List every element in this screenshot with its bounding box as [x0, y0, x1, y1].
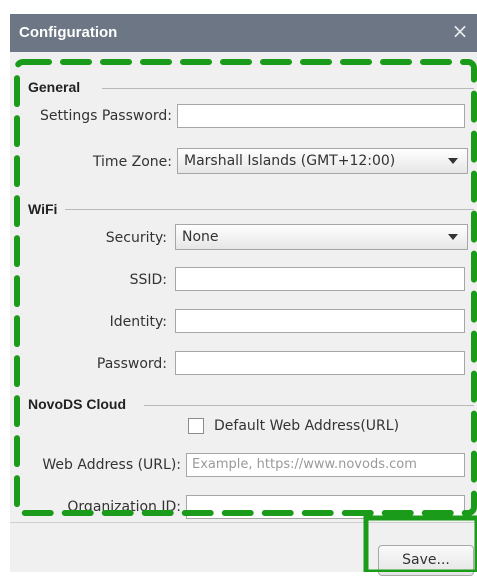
wifi-divider: [65, 209, 474, 210]
time-zone-label: Time Zone:: [92, 154, 172, 170]
chevron-down-icon: [448, 234, 458, 240]
security-value: None: [182, 229, 219, 245]
footer-divider: [10, 522, 477, 523]
security-select[interactable]: None: [175, 224, 468, 250]
organization-id-input[interactable]: [186, 495, 465, 519]
settings-content: General Settings Password: Time Zone: Ma…: [10, 52, 477, 519]
title-bar: Configuration ×: [10, 14, 477, 52]
default-web-address-label[interactable]: Default Web Address(URL): [214, 418, 399, 434]
identity-label: Identity:: [109, 314, 167, 330]
configuration-window: Configuration × General Settings Passwor…: [10, 14, 477, 576]
general-legend: General: [28, 79, 85, 95]
organization-id-label: Organization ID:: [67, 499, 181, 515]
web-address-label: Web Address (URL):: [42, 457, 181, 473]
save-button[interactable]: Save...: [378, 545, 474, 576]
cloud-divider: [144, 405, 474, 406]
window-title: Configuration: [19, 24, 118, 41]
default-web-address-checkbox[interactable]: [188, 418, 204, 434]
settings-password-label: Settings Password:: [40, 108, 172, 124]
chevron-down-icon: [448, 158, 458, 164]
settings-password-input[interactable]: [177, 104, 465, 128]
identity-input[interactable]: [175, 309, 465, 333]
wifi-legend: WiFi: [28, 201, 62, 217]
cloud-legend: NovoDS Cloud: [28, 396, 130, 412]
time-zone-select[interactable]: Marshall Islands (GMT+12:00): [177, 148, 468, 174]
close-icon[interactable]: ×: [449, 20, 471, 42]
time-zone-value: Marshall Islands (GMT+12:00): [184, 153, 396, 169]
security-label: Security:: [105, 230, 167, 246]
web-address-input[interactable]: Example, https://www.novods.com: [186, 453, 465, 477]
general-divider: [102, 88, 474, 89]
password-label: Password:: [96, 356, 167, 372]
ssid-input[interactable]: [175, 267, 465, 291]
ssid-label: SSID:: [129, 272, 167, 288]
wifi-password-input[interactable]: [175, 351, 465, 375]
